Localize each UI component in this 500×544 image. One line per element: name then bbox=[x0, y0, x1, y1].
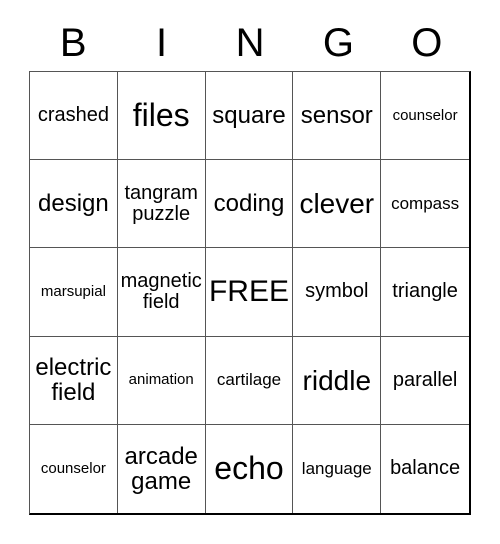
bingo-cell-label: counselor bbox=[392, 106, 458, 124]
bingo-cell-label: echo bbox=[214, 450, 284, 487]
bingo-cell[interactable]: counselor bbox=[30, 424, 118, 513]
bingo-cell[interactable]: files bbox=[117, 72, 206, 161]
bingo-cell[interactable]: magnetic field bbox=[117, 248, 206, 337]
bingo-cell[interactable]: crashed bbox=[30, 72, 118, 161]
bingo-cell-label: triangle bbox=[392, 280, 458, 303]
bingo-card: B I N G O crashed files square sensor co… bbox=[0, 0, 500, 544]
header-letter-n: N bbox=[235, 21, 265, 65]
bingo-cell[interactable]: symbol bbox=[293, 248, 382, 337]
bingo-cell[interactable]: coding bbox=[205, 160, 294, 249]
bingo-cell[interactable]: design bbox=[30, 160, 118, 249]
header-letter-g: G bbox=[322, 21, 354, 65]
bingo-cell-free[interactable]: FREE bbox=[205, 248, 294, 337]
bingo-cell-label: balance bbox=[390, 457, 461, 480]
bingo-cell-label: clever bbox=[299, 188, 375, 220]
bingo-cell-label: magnetic field bbox=[120, 269, 202, 313]
bingo-cell-label: cartilage bbox=[216, 370, 282, 390]
bingo-cell-label: compass bbox=[391, 193, 460, 213]
bingo-cell-label: sensor bbox=[300, 102, 373, 129]
bingo-free-label: FREE bbox=[208, 275, 289, 309]
bingo-cell[interactable]: electric field bbox=[30, 336, 118, 425]
bingo-cell[interactable]: tangram puzzle bbox=[117, 160, 206, 249]
bingo-header-row: B I N G O bbox=[29, 18, 471, 68]
bingo-cell[interactable]: arcade game bbox=[117, 424, 206, 513]
bingo-cell-label: crashed bbox=[37, 104, 109, 127]
bingo-cell-label: tangram puzzle bbox=[124, 181, 198, 225]
bingo-cell[interactable]: cartilage bbox=[205, 336, 294, 425]
bingo-cell-label: language bbox=[301, 458, 372, 478]
bingo-cell[interactable]: compass bbox=[381, 160, 469, 249]
bingo-cell[interactable]: counselor bbox=[381, 72, 469, 161]
bingo-cell[interactable]: square bbox=[205, 72, 294, 161]
bingo-cell[interactable]: parallel bbox=[381, 336, 469, 425]
bingo-cell[interactable]: language bbox=[293, 424, 382, 513]
bingo-cell[interactable]: clever bbox=[293, 160, 382, 249]
bingo-cell[interactable]: echo bbox=[205, 424, 294, 513]
bingo-cell-label: symbol bbox=[305, 280, 369, 303]
header-letter-i: I bbox=[156, 21, 168, 65]
bingo-cell[interactable]: balance bbox=[381, 424, 469, 513]
bingo-cell-label: counselor bbox=[40, 460, 106, 478]
bingo-cell-label: files bbox=[132, 96, 190, 133]
bingo-cell[interactable]: triangle bbox=[381, 248, 469, 337]
bingo-cell-label: arcade game bbox=[124, 442, 198, 495]
bingo-cell-label: parallel bbox=[392, 368, 458, 391]
bingo-cell-label: animation bbox=[128, 371, 194, 389]
bingo-cell-label: marsupial bbox=[40, 283, 106, 301]
bingo-cell-label: design bbox=[38, 190, 109, 218]
bingo-cell-label: electric field bbox=[35, 354, 112, 407]
bingo-cell-label: square bbox=[212, 102, 286, 129]
header-letter-o: O bbox=[411, 21, 443, 65]
bingo-cell[interactable]: animation bbox=[117, 336, 206, 425]
bingo-cell[interactable]: riddle bbox=[293, 336, 382, 425]
bingo-cell-label: riddle bbox=[302, 364, 372, 396]
bingo-cell[interactable]: marsupial bbox=[30, 248, 118, 337]
bingo-grid: crashed files square sensor counselor de… bbox=[29, 71, 471, 515]
bingo-cell[interactable]: sensor bbox=[293, 72, 382, 161]
bingo-cell-label: coding bbox=[213, 190, 285, 218]
header-letter-b: B bbox=[59, 21, 87, 65]
